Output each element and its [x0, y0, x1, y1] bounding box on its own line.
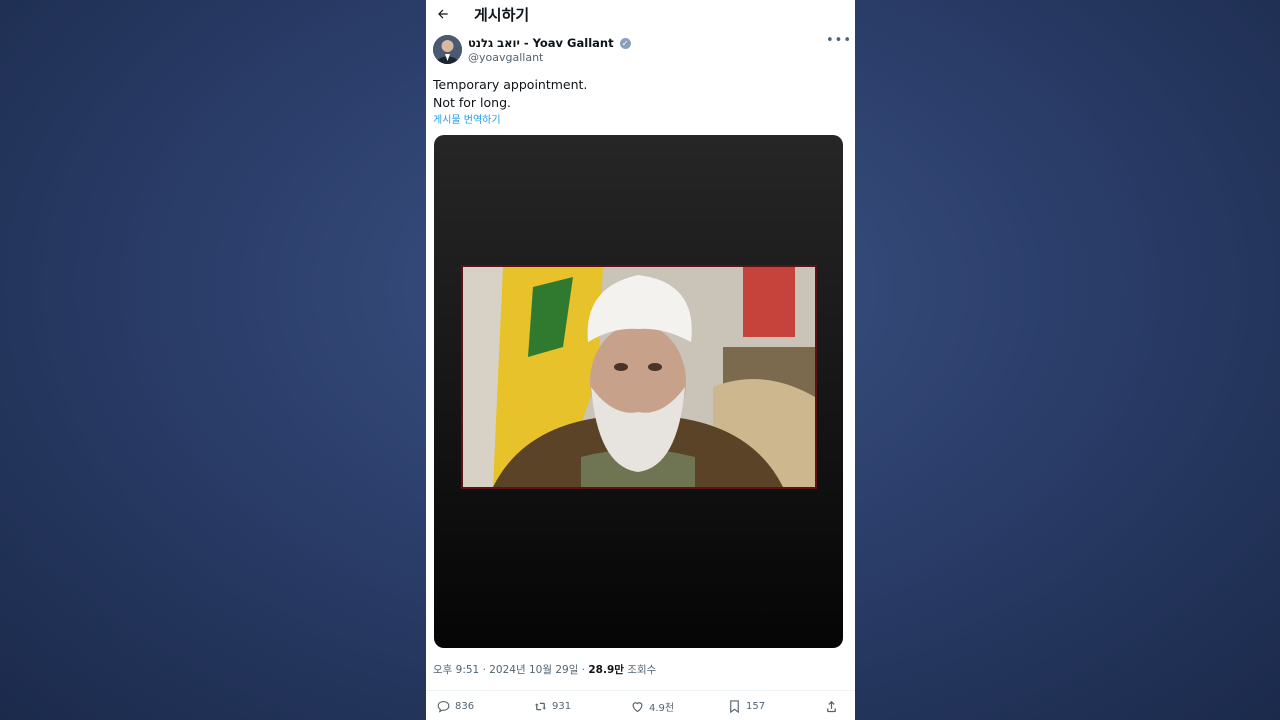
translate-post-link[interactable]: 게시물 번역하기 — [433, 111, 501, 126]
media-photo — [461, 265, 817, 489]
back-button[interactable] — [432, 4, 454, 24]
post-panel: 게시하기 יואב גלנט - Yoav Gallant ✓ @yoavgal… — [426, 0, 855, 720]
author-handle[interactable]: @yoavgallant — [468, 51, 543, 64]
arrow-left-icon — [438, 9, 448, 19]
repost-count: 931 — [552, 700, 572, 712]
reply-count: 836 — [455, 700, 475, 712]
share-button[interactable] — [824, 697, 839, 715]
post-media[interactable] — [434, 135, 843, 648]
top-bar: 게시하기 — [426, 0, 855, 28]
post-text-line-2: Not for long. — [433, 95, 511, 110]
more-options-button[interactable]: ••• — [826, 33, 852, 48]
page-title: 게시하기 — [474, 6, 530, 24]
author-line[interactable]: יואב גלנט - Yoav Gallant ✓ — [468, 36, 631, 50]
bookmark-icon — [730, 699, 739, 713]
action-bar: 836 931 4.9천 157 — [426, 690, 855, 720]
view-count-label: 조회수 — [623, 664, 657, 676]
like-button[interactable]: 4.9천 — [630, 697, 674, 715]
post-meta: 오후 9:51 · 2024년 10월 29일 · 28.9만 조회수 — [433, 662, 656, 677]
more-horizontal-icon: ••• — [826, 33, 853, 48]
reply-icon — [437, 700, 450, 713]
share-icon — [827, 700, 836, 712]
repost-button[interactable]: 931 — [533, 697, 571, 715]
reply-button[interactable]: 836 — [436, 697, 474, 715]
display-name[interactable]: יואב גלנט - Yoav Gallant — [468, 36, 614, 50]
photo-illustration — [463, 267, 815, 487]
view-count: 28.9만 — [588, 664, 624, 676]
verified-badge-icon: ✓ — [619, 38, 631, 49]
bookmark-button[interactable]: 157 — [727, 697, 765, 715]
post-text-line-1: Temporary appointment. — [433, 77, 588, 92]
heart-icon — [632, 701, 643, 712]
post-timestamp[interactable]: 오후 9:51 · 2024년 10월 29일 · — [433, 664, 588, 676]
avatar[interactable] — [433, 35, 462, 64]
bookmark-count: 157 — [746, 700, 766, 712]
repost-icon — [534, 702, 547, 710]
like-count: 4.9천 — [649, 702, 675, 714]
